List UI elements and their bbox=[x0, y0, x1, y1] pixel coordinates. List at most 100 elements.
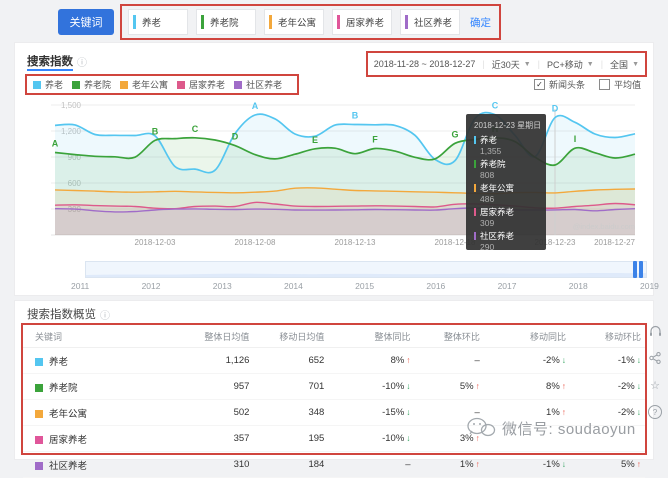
year-label: 2016 bbox=[426, 281, 445, 291]
slider-handle-left[interactable] bbox=[633, 261, 637, 278]
keyword-color-bar bbox=[201, 15, 204, 29]
value-cell: 8%↑ bbox=[484, 374, 570, 400]
down-arrow-icon: ↓ bbox=[637, 381, 641, 391]
column-header: 关键词 bbox=[23, 325, 173, 348]
help-icon[interactable]: ? bbox=[648, 405, 662, 419]
news-marker-E: E bbox=[312, 135, 318, 145]
column-header: 整体同比 bbox=[328, 325, 414, 348]
up-arrow-icon: ↑ bbox=[476, 459, 480, 469]
column-header: 移动同比 bbox=[484, 325, 570, 348]
keyword-chip-2[interactable]: 养老院 bbox=[196, 9, 256, 35]
line-chart-canvas[interactable]: 3006009001,2001,500ABCDABCDEFGHI2018-12-… bbox=[25, 97, 645, 247]
down-arrow-icon: ↓ bbox=[637, 407, 641, 417]
legend-item-1[interactable]: 养老 bbox=[33, 78, 63, 91]
column-header: 移动日均值 bbox=[253, 325, 328, 348]
checkbox-1[interactable]: ✓新闻头条 bbox=[534, 78, 585, 91]
wechat-id-text: 微信号: soudaoyun bbox=[502, 418, 636, 439]
year-label: 2011 bbox=[71, 281, 89, 291]
value-cell: 310 bbox=[173, 452, 254, 478]
checkbox-label: 平均值 bbox=[614, 78, 641, 91]
range-dropdown[interactable]: 近30天▼ bbox=[492, 58, 531, 71]
tooltip-date: 2018-12-23 星期日 bbox=[474, 120, 538, 131]
slider-handle-right[interactable] bbox=[639, 261, 643, 278]
overview-table: 关键词整体日均值移动日均值整体同比整体环比移动同比移动环比 养老1,126652… bbox=[23, 325, 645, 478]
chart-controls: 2018-11-28 ~ 2018-12-27 | 近30天▼ | PC+移动▼… bbox=[366, 51, 647, 77]
keyword-label: 养老 bbox=[142, 15, 161, 29]
tooltip-item-2: 养老院808 bbox=[474, 158, 538, 180]
legend-label: 老年公寓 bbox=[132, 78, 168, 91]
up-arrow-icon: ↑ bbox=[562, 381, 566, 391]
share-icon[interactable] bbox=[649, 351, 661, 365]
keyword-chip-1[interactable]: 养老 bbox=[128, 9, 188, 35]
legend-label: 居家养老 bbox=[189, 78, 225, 91]
keyword-label: 居家养老 bbox=[346, 15, 384, 29]
keyword-button[interactable]: 关键词 bbox=[58, 9, 114, 35]
divider: | bbox=[482, 59, 484, 69]
keyword-chip-3[interactable]: 老年公寓 bbox=[264, 9, 324, 35]
overview-title: 搜索指数概览 bbox=[27, 306, 96, 322]
keyword-cell: 养老院 bbox=[23, 374, 173, 400]
legend-label: 养老院 bbox=[84, 78, 111, 91]
timeline-slider[interactable] bbox=[85, 261, 647, 278]
trend-chart: 3006009001,2001,500ABCDABCDEFGHI2018-12-… bbox=[25, 97, 645, 247]
year-label: 2014 bbox=[284, 281, 303, 291]
keyword-cell: 老年公寓 bbox=[23, 400, 173, 426]
value-cell: 195 bbox=[253, 426, 328, 452]
down-arrow-icon: ↓ bbox=[637, 355, 641, 365]
chevron-down-icon: ▼ bbox=[524, 61, 531, 68]
value-cell: -2%↓ bbox=[570, 374, 645, 400]
legend-swatch bbox=[177, 81, 185, 89]
keyword-color-bar bbox=[337, 15, 340, 29]
legend-swatch bbox=[120, 81, 128, 89]
svg-text:2018-12-27: 2018-12-27 bbox=[594, 238, 635, 247]
keyword-cell: 社区养老 bbox=[23, 452, 173, 478]
down-arrow-icon: ↓ bbox=[406, 407, 410, 417]
value-cell: 957 bbox=[173, 374, 254, 400]
year-label: 2019 bbox=[640, 281, 659, 291]
down-arrow-icon: ↓ bbox=[562, 459, 566, 469]
info-icon: ⓘ bbox=[100, 307, 110, 322]
keyword-chip-4[interactable]: 居家养老 bbox=[332, 9, 392, 35]
confirm-link[interactable]: 确定 bbox=[470, 15, 491, 30]
star-icon[interactable]: ☆ bbox=[650, 378, 660, 392]
tab-indicator bbox=[27, 69, 73, 71]
svg-text:2018-12-03: 2018-12-03 bbox=[135, 238, 176, 247]
news-marker-B: B bbox=[352, 111, 359, 121]
checkbox-icon bbox=[599, 79, 610, 90]
baidu-index-watermark: @index.baidu.com bbox=[573, 222, 635, 231]
keyword-chip-5[interactable]: 社区养老 bbox=[400, 9, 460, 35]
legend-item-3[interactable]: 老年公寓 bbox=[120, 78, 168, 91]
wechat-icon bbox=[466, 416, 496, 440]
table-row: 社区养老310184–1%↑-1%↓5%↑ bbox=[23, 452, 645, 478]
svg-text:2018-12-13: 2018-12-13 bbox=[335, 238, 376, 247]
legend-item-2[interactable]: 养老院 bbox=[72, 78, 111, 91]
value-cell: 357 bbox=[173, 426, 254, 452]
chart-tooltip: 2018-12-23 星期日 养老1,355养老院808老年公寓486居家养老3… bbox=[466, 114, 546, 250]
year-label: 2013 bbox=[213, 281, 232, 291]
news-marker-D: D bbox=[232, 132, 239, 142]
up-arrow-icon: ↑ bbox=[476, 381, 480, 391]
keyword-cell: 养老 bbox=[23, 348, 173, 374]
checkbox-2[interactable]: 平均值 bbox=[599, 78, 641, 91]
keyword-color-bar bbox=[405, 15, 408, 29]
value-cell: 5%↑ bbox=[570, 452, 645, 478]
device-dropdown[interactable]: PC+移动▼ bbox=[547, 58, 594, 71]
chart-checkboxes: ✓新闻头条 平均值 bbox=[520, 78, 641, 91]
divider: | bbox=[538, 59, 540, 69]
value-cell: -1%↓ bbox=[484, 452, 570, 478]
keyword-cell: 居家养老 bbox=[23, 426, 173, 452]
legend-item-4[interactable]: 居家养老 bbox=[177, 78, 225, 91]
search-index-title: 搜索指数 bbox=[27, 53, 73, 69]
value-cell: 1,126 bbox=[173, 348, 254, 374]
value-cell: 8%↑ bbox=[328, 348, 414, 374]
region-dropdown[interactable]: 全国▼ bbox=[610, 58, 639, 71]
date-range[interactable]: 2018-11-28 ~ 2018-12-27 bbox=[374, 59, 476, 69]
legend-label: 养老 bbox=[45, 78, 63, 91]
section-title-search-index: 搜索指数 ⓘ bbox=[27, 53, 87, 69]
wechat-watermark: 微信号: soudaoyun bbox=[466, 416, 636, 440]
down-arrow-icon: ↓ bbox=[406, 381, 410, 391]
value-cell: -15%↓ bbox=[328, 400, 414, 426]
legend-item-5[interactable]: 社区养老 bbox=[234, 78, 282, 91]
legend-swatch bbox=[72, 81, 80, 89]
headset-icon[interactable] bbox=[649, 324, 662, 338]
